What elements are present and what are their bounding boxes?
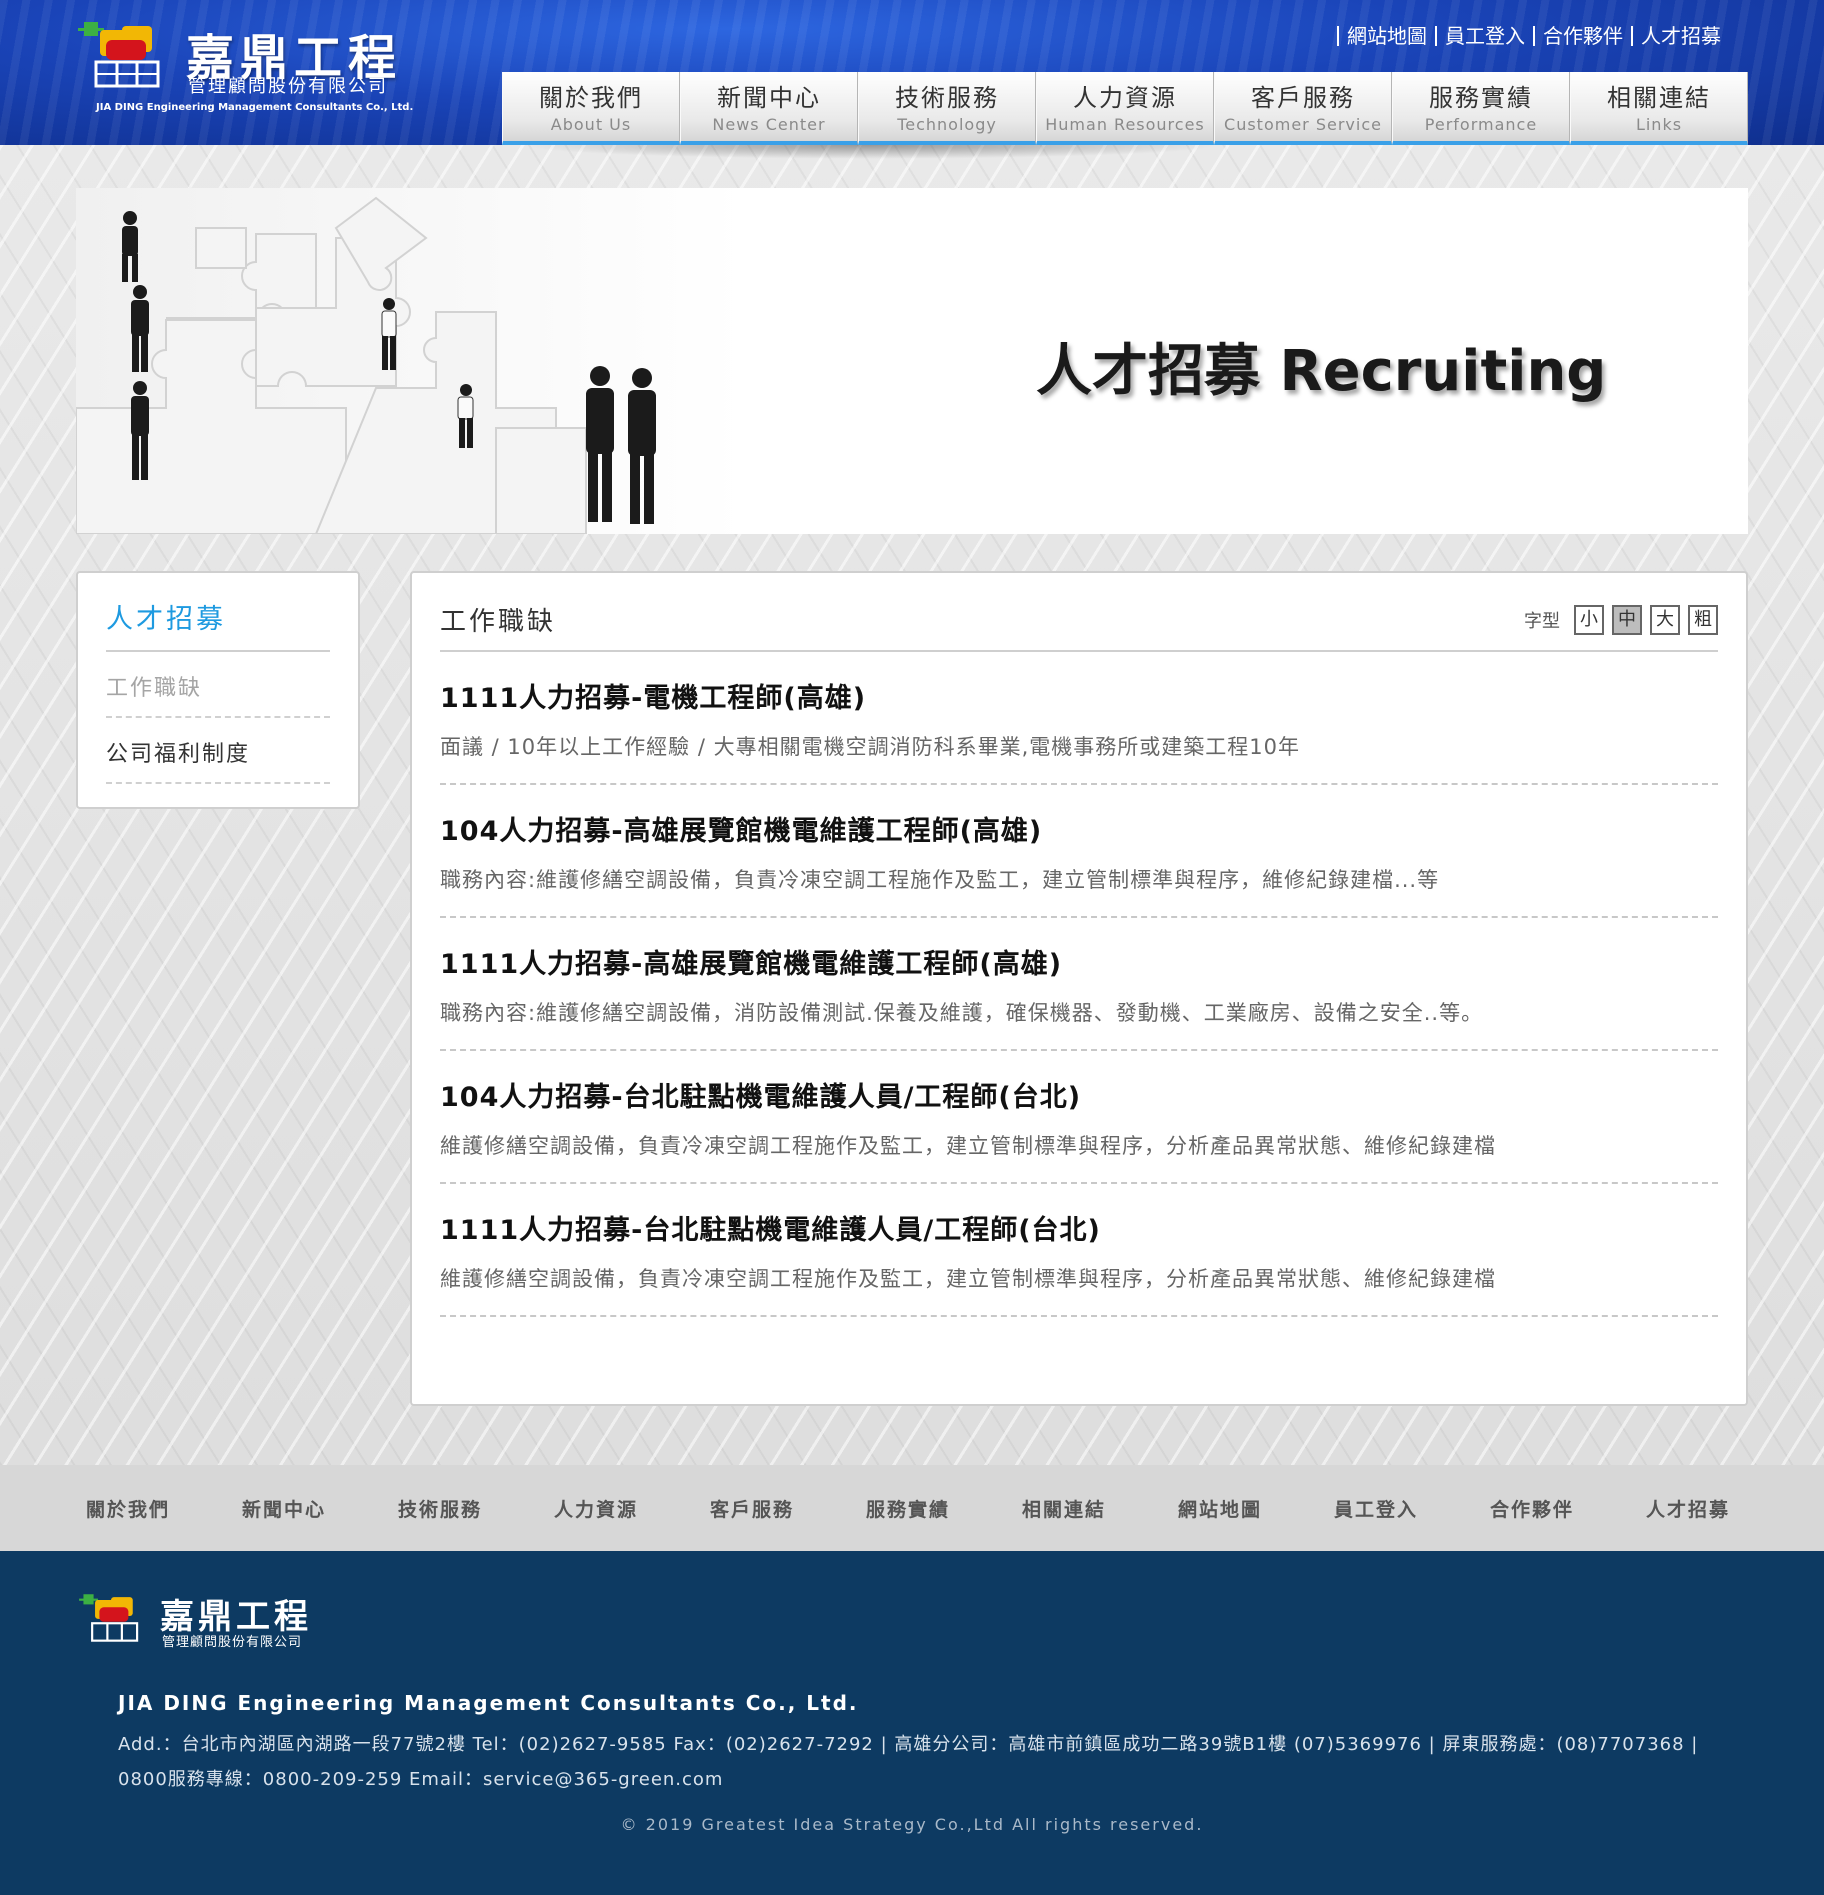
job-title[interactable]: 1111人力招募-台北駐點機電維護人員/工程師(台北) bbox=[440, 1208, 1718, 1247]
job-title[interactable]: 104人力招募-台北駐點機電維護人員/工程師(台北) bbox=[440, 1075, 1718, 1114]
nav-technology[interactable]: 技術服務 Technology bbox=[858, 72, 1036, 145]
footer-link-sitemap[interactable]: 網站地圖 bbox=[1178, 1495, 1334, 1522]
site-footer: 嘉鼎工程 管理顧問股份有限公司 JIA DING Engineering Man… bbox=[0, 1551, 1824, 1895]
footer-link-recruiting[interactable]: 人才招募 bbox=[1646, 1495, 1802, 1522]
footer-link-performance[interactable]: 服務實績 bbox=[866, 1495, 1022, 1522]
nav-about-us[interactable]: 關於我們 About Us bbox=[502, 72, 680, 145]
address-line: Add.：台北市內湖區內湖路一段77號2樓 Tel：(02)2627-9585 … bbox=[118, 1734, 1699, 1755]
job-description: 面議 / 10年以上工作經驗 / 大專相關電機空調消防科系畢業,電機事務所或建築… bbox=[440, 735, 1300, 759]
job-description: 維護修繕空調設備，負責冷凍空調工程施作及監工，建立管制標準與程序，分析產品異常狀… bbox=[440, 1134, 1496, 1158]
nav-label-en: About Us bbox=[550, 115, 632, 134]
job-listing-panel: 工作職缺 字型 小 中 大 粗 1111人力招募-電機工程師(高雄) 面議 / … bbox=[410, 571, 1748, 1406]
banner-title: 人才招募 Recruiting bbox=[1036, 339, 1607, 404]
logo-subtitle: 管理顧問股份有限公司 bbox=[188, 76, 388, 97]
puzzle-teamwork-illustration bbox=[76, 196, 656, 534]
recruiting-banner: 人才招募 Recruiting bbox=[76, 188, 1748, 534]
font-size-label: 字型 bbox=[1524, 610, 1560, 632]
toplink-sitemap[interactable]: 網站地圖 bbox=[1337, 26, 1435, 46]
footer-link-customer-service[interactable]: 客戶服務 bbox=[710, 1495, 866, 1522]
top-links: 網站地圖 員工登入 合作夥伴 人才招募 bbox=[1337, 26, 1729, 46]
nav-label-zh: 技術服務 bbox=[895, 84, 999, 112]
nav-customer-service[interactable]: 客戶服務 Customer Service bbox=[1214, 72, 1392, 145]
font-size-medium-button[interactable]: 中 bbox=[1612, 604, 1642, 635]
footer-link-human-resources[interactable]: 人力資源 bbox=[554, 1495, 710, 1522]
site-logo[interactable]: 嘉鼎工程 管理顧問股份有限公司 JIA DING Engineering Man… bbox=[76, 12, 416, 122]
font-size-controls: 字型 小 中 大 粗 bbox=[1524, 604, 1718, 635]
site-header: 嘉鼎工程 管理顧問股份有限公司 JIA DING Engineering Man… bbox=[0, 0, 1824, 145]
logo-english-name: JIA DING Engineering Management Consulta… bbox=[96, 102, 414, 113]
company-name: JIA DING Engineering Management Consulta… bbox=[118, 1691, 859, 1715]
footer-link-about-us[interactable]: 關於我們 bbox=[86, 1495, 242, 1522]
nav-performance[interactable]: 服務實績 Performance bbox=[1392, 72, 1570, 145]
job-title[interactable]: 1111人力招募-電機工程師(高雄) bbox=[440, 676, 1718, 715]
sidebar-item-job-openings[interactable]: 工作職缺 bbox=[106, 652, 330, 718]
nav-label-en: Links bbox=[1635, 115, 1683, 134]
footer-link-technology[interactable]: 技術服務 bbox=[398, 1495, 554, 1522]
nav-label-zh: 相關連結 bbox=[1607, 84, 1711, 112]
toplink-partners[interactable]: 合作夥伴 bbox=[1533, 26, 1631, 46]
nav-label-en: Customer Service bbox=[1224, 115, 1382, 134]
toplink-staff-login[interactable]: 員工登入 bbox=[1435, 26, 1533, 46]
job-description: 維護修繕空調設備，負責冷凍空調工程施作及監工，建立管制標準與程序，分析產品異常狀… bbox=[440, 1267, 1496, 1291]
nav-label-zh: 服務實績 bbox=[1429, 84, 1533, 112]
content-title: 工作職缺 bbox=[440, 607, 557, 637]
logo-mark-icon bbox=[79, 1594, 139, 1642]
footer-link-partners[interactable]: 合作夥伴 bbox=[1490, 1495, 1646, 1522]
address-line: 0800服務專線：0800-209-259 Email：service@365-… bbox=[118, 1769, 724, 1790]
copyright: © 2019 Greatest Idea Strategy Co.,Ltd Al… bbox=[620, 1815, 1204, 1834]
job-title[interactable]: 1111人力招募-高雄展覽館機電維護工程師(高雄) bbox=[440, 942, 1718, 981]
job-item[interactable]: 104人力招募-台北駐點機電維護人員/工程師(台北) 維護修繕空調設備，負責冷凍… bbox=[440, 1051, 1718, 1184]
contact-address: Add.：台北市內湖區內湖路一段77號2樓 Tel：(02)2627-9585 … bbox=[118, 1727, 1718, 1797]
nav-label-en: Performance bbox=[1424, 115, 1538, 134]
footer-link-links[interactable]: 相關連結 bbox=[1022, 1495, 1178, 1522]
nav-label-zh: 新聞中心 bbox=[717, 84, 821, 112]
nav-human-resources[interactable]: 人力資源 Human Resources bbox=[1036, 72, 1214, 145]
footer-logo-subtitle: 管理顧問股份有限公司 bbox=[162, 1635, 303, 1650]
font-size-small-button[interactable]: 小 bbox=[1574, 604, 1604, 635]
job-title[interactable]: 104人力招募-高雄展覽館機電維護工程師(高雄) bbox=[440, 809, 1718, 848]
job-item[interactable]: 1111人力招募-電機工程師(高雄) 面議 / 10年以上工作經驗 / 大專相關… bbox=[440, 652, 1718, 785]
nav-label-en: Human Resources bbox=[1045, 115, 1205, 134]
job-item[interactable]: 1111人力招募-高雄展覽館機電維護工程師(高雄) 職務內容:維護修繕空調設備，… bbox=[440, 918, 1718, 1051]
nav-label-zh: 關於我們 bbox=[539, 84, 643, 112]
font-size-large-button[interactable]: 大 bbox=[1650, 604, 1680, 635]
sidebar: 人才招募 工作職缺 公司福利制度 bbox=[76, 571, 360, 809]
sidebar-title: 人才招募 bbox=[106, 593, 330, 652]
footer-logo[interactable]: 嘉鼎工程 管理顧問股份有限公司 bbox=[76, 1587, 356, 1651]
nav-label-zh: 客戶服務 bbox=[1251, 84, 1355, 112]
logo-mark-icon bbox=[78, 22, 160, 88]
footer-nav: 關於我們 新聞中心 技術服務 人力資源 客戶服務 服務實績 相關連結 網站地圖 … bbox=[0, 1465, 1824, 1551]
font-bold-button[interactable]: 粗 bbox=[1688, 604, 1718, 635]
main-nav: 關於我們 About Us 新聞中心 News Center 技術服務 Tech… bbox=[502, 72, 1748, 145]
content-header: 工作職缺 字型 小 中 大 粗 bbox=[440, 595, 1718, 652]
footer-link-staff-login[interactable]: 員工登入 bbox=[1334, 1495, 1490, 1522]
sidebar-item-benefits[interactable]: 公司福利制度 bbox=[106, 718, 330, 784]
job-item[interactable]: 1111人力招募-台北駐點機電維護人員/工程師(台北) 維護修繕空調設備，負責冷… bbox=[440, 1184, 1718, 1317]
toplink-recruiting[interactable]: 人才招募 bbox=[1631, 26, 1729, 46]
job-description: 職務內容:維護修繕空調設備，消防設備測試.保養及維護，確保機器、發動機、工業廠房… bbox=[440, 1001, 1484, 1025]
job-description: 職務內容:維護修繕空調設備，負責冷凍空調工程施作及監工，建立管制標準與程序，維修… bbox=[440, 868, 1440, 892]
nav-label-en: Technology bbox=[897, 115, 997, 134]
nav-links[interactable]: 相關連結 Links bbox=[1570, 72, 1748, 145]
nav-shadow bbox=[520, 145, 1220, 159]
nav-label-zh: 人力資源 bbox=[1073, 84, 1177, 112]
nav-news-center[interactable]: 新聞中心 News Center bbox=[680, 72, 858, 145]
nav-label-en: News Center bbox=[712, 115, 826, 134]
job-item[interactable]: 104人力招募-高雄展覽館機電維護工程師(高雄) 職務內容:維護修繕空調設備，負… bbox=[440, 785, 1718, 918]
footer-link-news-center[interactable]: 新聞中心 bbox=[242, 1495, 398, 1522]
